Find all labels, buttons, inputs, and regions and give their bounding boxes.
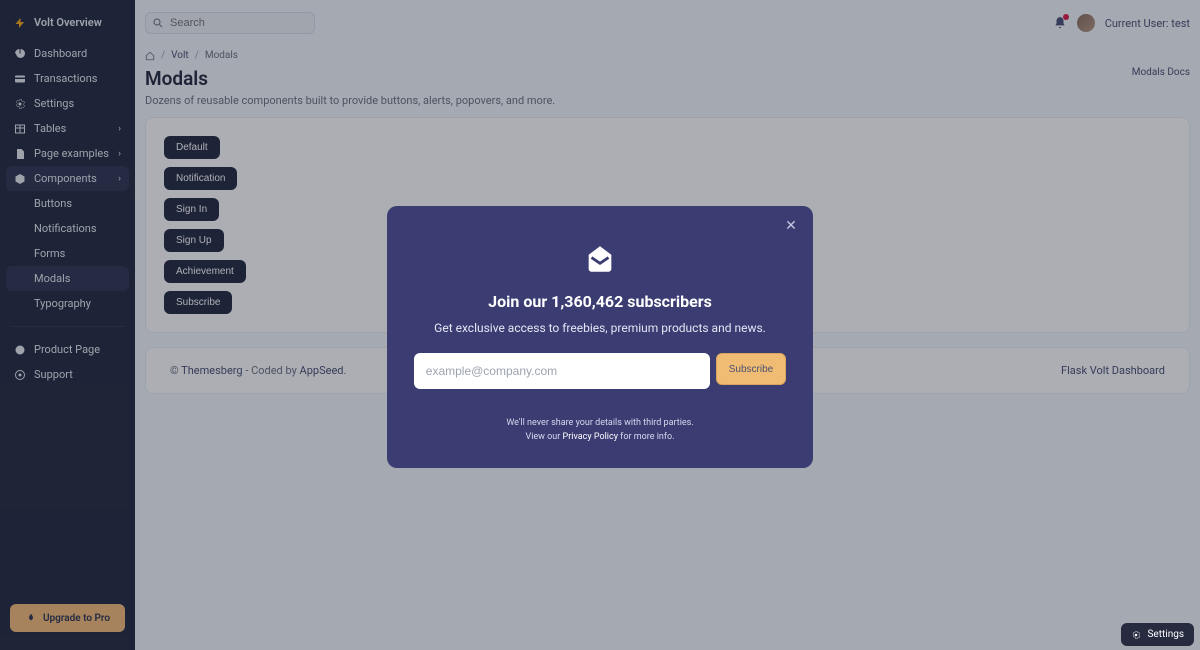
subscribe-modal: ✕ Join our 1,360,462 subscribers Get exc… (387, 206, 813, 468)
modal-fineprint: We'll never share your details with thir… (411, 417, 789, 444)
email-input[interactable] (414, 353, 710, 389)
envelope-icon (411, 242, 789, 276)
gear-icon (1131, 630, 1141, 640)
close-icon: ✕ (785, 218, 797, 234)
privacy-policy-link[interactable]: Privacy Policy (563, 432, 618, 442)
subscribe-button[interactable]: Subscribe (716, 353, 786, 385)
settings-fab-label: Settings (1147, 629, 1184, 640)
settings-fab[interactable]: Settings (1121, 623, 1194, 646)
close-button[interactable]: ✕ (781, 216, 801, 236)
modal-title: Join our 1,360,462 subscribers (411, 292, 789, 311)
modal-subtitle: Get exclusive access to freebies, premiu… (411, 321, 789, 335)
